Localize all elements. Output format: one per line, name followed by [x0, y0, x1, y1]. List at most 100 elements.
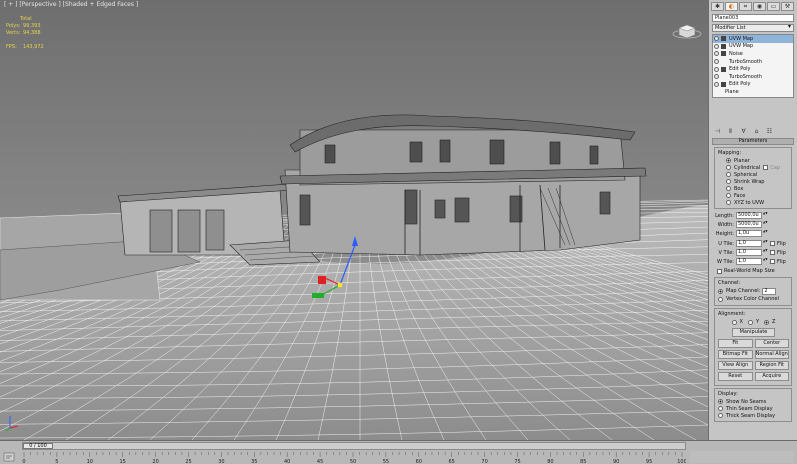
spinner-row: V Tile: 1,0 ▲▼ Flip: [714, 248, 792, 257]
real-world-checkbox[interactable]: [717, 268, 722, 274]
modifier-stack-base[interactable]: Plane: [713, 88, 793, 96]
reset-button[interactable]: Reset: [718, 372, 753, 381]
center-button[interactable]: Center: [754, 339, 789, 348]
flip-label: Flip: [777, 240, 786, 247]
lightbulb-icon[interactable]: [714, 43, 719, 49]
modifier-stack-item[interactable]: Edit Poly: [713, 65, 793, 73]
acquire-button[interactable]: Acquire: [754, 372, 789, 381]
mapping-radio[interactable]: [726, 158, 731, 163]
viewport-label[interactable]: [ + ] [Perspective ] [Shaded + Edged Fac…: [4, 1, 138, 8]
display-option: Thin Seam Display: [718, 405, 789, 412]
perspective-viewport[interactable]: [ + ] [Perspective ] [Shaded + Edged Fac…: [0, 0, 708, 440]
motion-tab[interactable]: ◉: [753, 2, 766, 11]
make-unique-button[interactable]: ∀: [738, 127, 749, 136]
spinner-arrows-icon[interactable]: ▲▼: [763, 230, 768, 237]
spinner-field[interactable]: 5000,0u: [736, 212, 762, 219]
modifier-stack-item[interactable]: Edit Poly: [713, 81, 793, 89]
display-radio[interactable]: [718, 399, 723, 404]
modifier-list-dropdown[interactable]: Modifier List: [712, 24, 794, 32]
flip-checkbox[interactable]: [770, 241, 775, 246]
spinner-arrows-icon[interactable]: ▲▼: [763, 240, 768, 247]
timeline-tick-label: 65: [449, 459, 455, 464]
spinner-label: Width:: [717, 221, 734, 228]
display-tab[interactable]: ▭: [767, 2, 780, 11]
spinner-arrows-icon[interactable]: ▲▼: [763, 258, 768, 265]
lightbulb-icon[interactable]: [714, 74, 719, 80]
time-slider-thumb[interactable]: 0 / 100: [23, 443, 53, 449]
modify-tab[interactable]: ◐: [725, 2, 738, 11]
mapping-radio[interactable]: [726, 193, 731, 198]
display-radio[interactable]: [718, 413, 723, 418]
stats-verts-value: 94,388: [23, 30, 41, 36]
parameters-rollout-title[interactable]: Parameters: [712, 138, 794, 145]
align-y-radio[interactable]: [747, 319, 753, 325]
spinner-label: Height:: [715, 230, 734, 237]
lightbulb-icon[interactable]: [714, 59, 719, 65]
flip-label: Flip: [777, 258, 786, 265]
fit-button[interactable]: Fit: [718, 339, 753, 348]
viewcube-icon[interactable]: [672, 20, 702, 40]
mapping-radio[interactable]: [726, 172, 731, 177]
spinner-arrows-icon[interactable]: ▲▼: [763, 221, 768, 228]
modifier-stack-item[interactable]: TurboSmooth: [713, 58, 793, 66]
modifier-stack-item[interactable]: UVW Map: [713, 35, 793, 43]
manipulate-button[interactable]: Manipulate: [732, 328, 775, 337]
modifier-stack-item[interactable]: TurboSmooth: [713, 73, 793, 81]
lightbulb-icon[interactable]: [714, 66, 719, 72]
spinner-arrows-icon[interactable]: ▲▼: [763, 249, 768, 256]
normal-align-button[interactable]: Normal Align: [754, 350, 789, 359]
spinner-label: U Tile:: [718, 240, 734, 247]
time-slider[interactable]: 0 / 100: [22, 442, 686, 450]
lightbulb-icon[interactable]: [714, 36, 719, 42]
expand-icon[interactable]: [721, 51, 726, 57]
mapping-radio[interactable]: [726, 186, 731, 191]
mapping-radio[interactable]: [726, 165, 731, 170]
spinner-field[interactable]: 1,0: [736, 240, 762, 247]
remove-modifier-button[interactable]: ⌂: [751, 127, 762, 136]
flip-checkbox[interactable]: [770, 259, 775, 264]
map-channel-radio[interactable]: [718, 288, 723, 294]
vertex-color-radio[interactable]: [718, 296, 723, 302]
spinner-arrows-icon[interactable]: ▲▼: [763, 212, 768, 219]
lightbulb-icon[interactable]: [714, 51, 719, 57]
bitmap-fit-button[interactable]: Bitmap Fit: [718, 350, 753, 359]
mini-listener-icon[interactable]: [3, 451, 15, 463]
expand-icon[interactable]: [721, 43, 726, 49]
modifier-stack-item-label: TurboSmooth: [729, 58, 763, 65]
modify-icon: ◐: [728, 3, 735, 10]
align-x-label: X: [739, 319, 743, 325]
timeline-tick-label: 85: [580, 459, 586, 464]
hierarchy-tab[interactable]: ⌗: [739, 2, 752, 11]
show-end-result-button[interactable]: Ⅱ: [725, 127, 736, 136]
display-radio[interactable]: [718, 406, 723, 411]
expand-icon[interactable]: [721, 36, 726, 42]
object-name-field[interactable]: Plane003: [712, 14, 794, 22]
expand-icon[interactable]: [721, 66, 726, 72]
spinner-field[interactable]: 1,0u: [736, 230, 762, 237]
spinner-field[interactable]: 5000,0u: [736, 221, 762, 228]
mapping-radio[interactable]: [726, 179, 731, 184]
utilities-tab[interactable]: ⚒: [781, 2, 794, 11]
lightbulb-icon[interactable]: [714, 81, 719, 87]
modifier-stack-item[interactable]: Noise: [713, 50, 793, 58]
timeline-ruler[interactable]: 0 5 10 15 20 25 30 35 40 45 50 55 60 65 70 75 80 85 90 95 10…: [22, 452, 686, 464]
modifier-stack-item[interactable]: UVW Map: [713, 43, 793, 51]
spinner-field[interactable]: 1,0: [736, 249, 762, 256]
mapping-radio[interactable]: [726, 200, 731, 205]
create-tab[interactable]: ✱: [711, 2, 724, 11]
view-align-button[interactable]: View Align: [718, 361, 753, 370]
align-x-radio[interactable]: [731, 319, 737, 325]
spinner-field[interactable]: 1,0: [736, 258, 762, 265]
flip-checkbox[interactable]: [770, 250, 775, 255]
mapping-option-label: Planar: [734, 157, 750, 164]
animation-controls: [690, 451, 794, 463]
channel-label: Channel:: [718, 280, 741, 286]
pin-stack-button[interactable]: ⊣: [712, 127, 723, 136]
cap-checkbox[interactable]: [763, 165, 769, 170]
configure-sets-button[interactable]: ☷: [764, 127, 775, 136]
expand-icon[interactable]: [721, 81, 726, 87]
region-fit-button[interactable]: Region Fit: [754, 361, 789, 370]
display-option: Thick Seam Display: [718, 412, 789, 419]
align-z-radio[interactable]: [764, 319, 770, 325]
map-channel-field[interactable]: 2: [762, 287, 777, 295]
